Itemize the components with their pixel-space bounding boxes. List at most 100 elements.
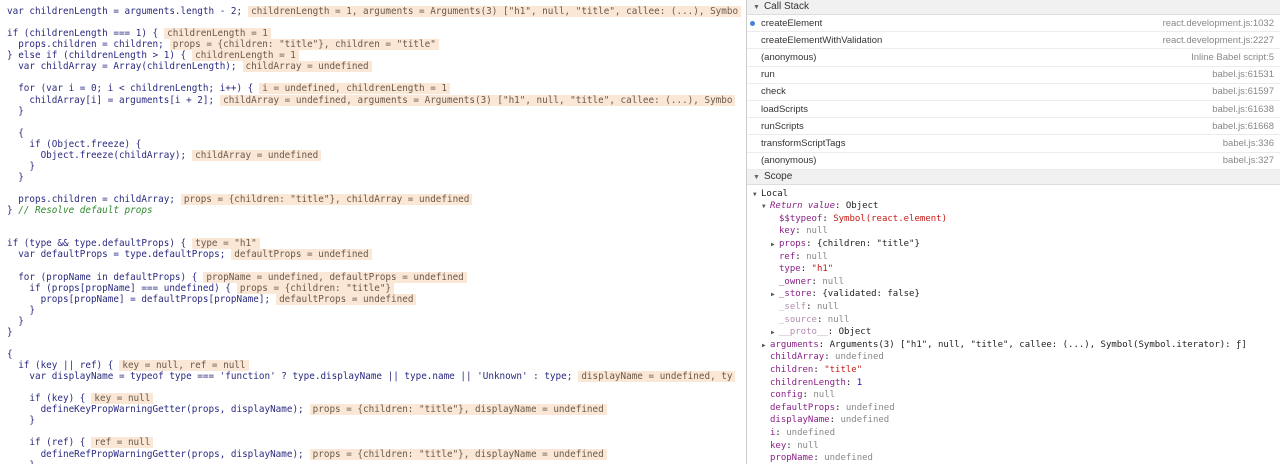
code-line[interactable]: if (type && type.defaultProps) {type = "…: [0, 238, 746, 250]
frame-location-link[interactable]: babel.js:336: [1223, 138, 1274, 149]
code-line[interactable]: for (var i = 0; i < childrenLength; i++)…: [0, 83, 746, 95]
code-line[interactable]: var childrenLength = arguments.length - …: [0, 6, 746, 17]
call-stack-frame[interactable]: createElementWithValidation react.develop…: [747, 32, 1280, 50]
scope-variable-row: $$typeof: Symbol(react.element): [747, 213, 1280, 226]
code-line[interactable]: }: [0, 316, 746, 327]
code-line[interactable]: {: [0, 128, 746, 139]
code-line[interactable]: }: [0, 415, 746, 426]
code-line[interactable]: [0, 216, 746, 227]
code-line[interactable]: [0, 117, 746, 128]
code-line[interactable]: [0, 227, 746, 238]
code-line[interactable]: [0, 338, 746, 349]
call-stack-frame[interactable]: transformScriptTags babel.js:336: [747, 135, 1280, 153]
code-line[interactable]: props.children = childArray; props = {chi…: [0, 194, 746, 206]
code-line[interactable]: childArray[i] = arguments[i + 2]; childAr…: [0, 94, 746, 106]
code-line[interactable]: if (key || ref) {key = null, ref = null: [0, 360, 746, 371]
frame-location-link[interactable]: babel.js:61597: [1212, 86, 1274, 97]
separator: :: [802, 390, 814, 401]
code-line[interactable]: Object.freeze(childArray); childArray = u…: [0, 149, 746, 161]
variable-name: type: [779, 264, 801, 275]
scope-variable-row[interactable]: ▼ Local: [747, 188, 1280, 201]
variable-name: Return value: [770, 201, 836, 212]
scope-variable-row: type: "h1": [747, 263, 1280, 276]
code-text: props[propName] = defaultProps[propName]…: [7, 293, 271, 305]
frame-location-link[interactable]: react.development.js:2227: [1163, 35, 1274, 46]
variable-name: key: [779, 226, 796, 237]
scope-variable-row: _owner: null: [747, 276, 1280, 289]
separator: :: [811, 289, 823, 300]
variable-value: null: [806, 251, 828, 262]
code-line[interactable]: }: [0, 172, 746, 183]
variable-value: "title": [824, 365, 863, 375]
code-line[interactable]: defineRefPropWarningGetter(props, displa…: [0, 448, 746, 460]
scope-variable-row: propName: undefined: [747, 452, 1280, 464]
call-stack-frame[interactable]: loadScripts babel.js:61638: [747, 101, 1280, 119]
variable-value: null: [816, 302, 839, 313]
variable-value: {children: "title"}: [816, 239, 920, 250]
code-line[interactable]: }: [0, 305, 746, 316]
scope-variable-row: key: null: [747, 225, 1280, 238]
code-line[interactable]: if (props[propName] === undefined) {prop…: [0, 282, 746, 294]
code-line[interactable]: } // Resolve default props: [0, 205, 746, 216]
frame-location-link[interactable]: babel.js:327: [1223, 155, 1274, 166]
code-line[interactable]: [0, 426, 746, 437]
scope-variable-row[interactable]: ▶ _store: {validated: false}: [747, 288, 1280, 301]
code-line[interactable]: var defaultProps = type.defaultProps; def…: [0, 249, 746, 261]
code-line[interactable]: defineKeyPropWarningGetter(props, displa…: [0, 404, 746, 416]
code-line[interactable]: [0, 183, 746, 194]
call-stack-frame[interactable]: (anonymous) Inline Babel script:5: [747, 49, 1280, 67]
code-line[interactable]: [0, 260, 746, 271]
source-code-editor[interactable]: var childrenLength = arguments.length - …: [0, 0, 746, 464]
code-text: }: [7, 315, 24, 327]
code-text: }: [7, 160, 35, 172]
scope-variable-row[interactable]: ▶ arguments: Arguments(3) ["h1", null, "t…: [747, 339, 1280, 352]
code-line[interactable]: if (Object.freeze) {: [0, 139, 746, 150]
code-line[interactable]: [0, 72, 746, 83]
frame-function-name: check: [761, 86, 786, 98]
code-line[interactable]: [0, 382, 746, 393]
code-line[interactable]: }: [0, 161, 746, 172]
separator: :: [845, 377, 857, 388]
code-line[interactable]: if (key) {key = null: [0, 393, 746, 405]
scope-variable-row[interactable]: ▶ props: {children: "title"}: [747, 238, 1280, 251]
code-line[interactable]: [0, 17, 746, 28]
frame-location-link[interactable]: Inline Babel script:5: [1191, 52, 1274, 63]
code-line[interactable]: var displayName = typeof type === 'funct…: [0, 371, 746, 383]
inline-value-annotation: key = null, ref = null: [119, 360, 249, 371]
collapsed-arrow-icon[interactable]: ▶: [771, 239, 779, 252]
code-line[interactable]: for (propName in defaultProps) {propName…: [0, 271, 746, 283]
frame-location-link[interactable]: babel.js:61531: [1212, 69, 1274, 80]
frame-function-name: (anonymous): [761, 155, 817, 167]
call-stack-frame[interactable]: run babel.js:61531: [747, 67, 1280, 84]
code-line[interactable]: }: [0, 460, 746, 464]
call-stack-frame[interactable]: check babel.js:61597: [747, 84, 1280, 101]
code-line[interactable]: }: [0, 327, 746, 338]
code-line[interactable]: {: [0, 349, 746, 360]
code-line[interactable]: }: [0, 106, 746, 117]
expanded-arrow-icon[interactable]: ▼: [753, 189, 761, 202]
scope-variable-row[interactable]: ▼ Return value: Object: [747, 200, 1280, 213]
frame-location-link[interactable]: react.development.js:1032: [1163, 18, 1274, 29]
variable-name: children: [770, 365, 814, 375]
code-line[interactable]: props.children = children; props = {child…: [0, 39, 746, 51]
code-line[interactable]: props[propName] = defaultProps[propName]…: [0, 293, 746, 305]
call-stack-list: createElement react.development.js:1032 cr…: [747, 15, 1280, 170]
code-line[interactable]: } else if (childrenLength > 1) {children…: [0, 50, 746, 62]
code-line[interactable]: if (childrenLength === 1) {childrenLengt…: [0, 28, 746, 40]
variable-name: key: [770, 440, 787, 451]
frame-location-link[interactable]: babel.js:61668: [1212, 121, 1274, 132]
collapsed-arrow-icon[interactable]: ▶: [771, 327, 779, 340]
code-text: props.children = childArray;: [7, 194, 175, 206]
call-stack-frame[interactable]: (anonymous) babel.js:327: [747, 153, 1280, 170]
separator: :: [824, 352, 836, 363]
code-line[interactable]: if (ref) {ref = null: [0, 437, 746, 449]
call-stack-frame[interactable]: createElement react.development.js:1032: [747, 15, 1280, 33]
code-line[interactable]: var childArray = Array(childrenLength); c…: [0, 61, 746, 73]
expanded-arrow-icon[interactable]: ▼: [762, 201, 770, 214]
scope-header[interactable]: ▼ Scope: [747, 169, 1280, 185]
frame-location-link[interactable]: babel.js:61638: [1212, 104, 1274, 115]
inline-value-annotation: childrenLength = 1: [192, 50, 299, 62]
call-stack-header[interactable]: ▼ Call Stack: [747, 0, 1280, 15]
scope-variable-row[interactable]: ▶ __proto__: Object: [747, 326, 1280, 339]
call-stack-frame[interactable]: runScripts babel.js:61668: [747, 118, 1280, 136]
